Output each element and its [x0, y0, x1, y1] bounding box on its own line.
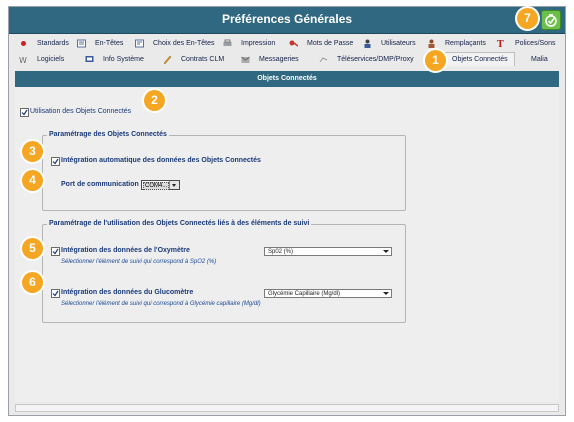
tab-impression[interactable]: Impression	[223, 37, 275, 50]
callout-badge-6: 6	[22, 272, 43, 293]
svg-text:W: W	[19, 56, 27, 64]
tab-teleservices[interactable]: Téléservices/DMP/Proxy	[319, 53, 414, 66]
section-header: Objets Connectés	[15, 71, 559, 87]
callout-badge-1: 1	[425, 50, 446, 71]
oximeter-select-value: Sp02 (%)	[268, 249, 294, 255]
auto-integration-label: Intégration automatique des données des …	[61, 157, 261, 164]
mail-icon	[241, 55, 250, 64]
header-choice-icon	[135, 39, 144, 48]
use-connected-checkbox[interactable]	[20, 108, 29, 117]
network-icon	[319, 55, 328, 64]
title-bar: Préférences Générales	[9, 7, 565, 34]
tab-label: Choix des En-Têtes	[153, 40, 215, 47]
oximeter-hint: Sélectionner l'élément de suivi qui corr…	[61, 259, 217, 265]
tab-label: Polices/Sons	[515, 40, 556, 47]
glucometer-label: Intégration des données du Glucomètre	[61, 289, 194, 296]
tab-malia[interactable]: Malia	[531, 53, 548, 66]
tab-en-tetes[interactable]: En-Têtes	[77, 37, 123, 50]
tab-utilisateurs[interactable]: Utilisateurs	[363, 37, 416, 50]
checkmark-icon	[21, 109, 28, 116]
oximeter-select[interactable]: Sp02 (%)	[264, 247, 392, 256]
tab-label: Remplaçants	[445, 40, 486, 47]
port-select-value: COM4...	[143, 182, 170, 190]
tab-label: Utilisateurs	[381, 40, 416, 47]
replacement-user-icon	[427, 39, 436, 48]
oximeter-checkbox[interactable]	[51, 247, 60, 256]
tab-label: Malia	[531, 56, 548, 63]
printer-icon	[223, 39, 232, 48]
tab-label: Standards	[37, 40, 69, 47]
header-doc-icon	[77, 39, 86, 48]
software-icon: W	[19, 55, 28, 65]
svg-text:T: T	[497, 40, 504, 48]
port-label: Port de communication	[61, 181, 139, 188]
checkmark-icon	[52, 248, 59, 255]
chevron-down-icon	[383, 250, 389, 253]
connected-objects-settings-group: Paramétrage des Objets Connectés Intégra…	[42, 131, 406, 211]
tab-mots-de-passe[interactable]: Mots de Passe	[289, 37, 353, 50]
validate-button[interactable]	[541, 10, 561, 30]
tab-label: En-Têtes	[95, 40, 124, 47]
tab-messageries[interactable]: Messageries	[241, 53, 299, 66]
red-dot-icon	[19, 39, 28, 48]
callout-badge-2: 2	[144, 90, 165, 111]
tab-standards[interactable]: Standards	[19, 37, 69, 50]
tab-label: Contrats CLM	[181, 56, 225, 63]
tab-label: Logiciels	[37, 56, 65, 63]
password-icon	[289, 39, 299, 48]
callout-badge-7: 7	[517, 8, 538, 29]
tab-polices-sons[interactable]: T Polices/Sons	[497, 37, 555, 50]
user-icon	[363, 39, 372, 48]
tab-label: Impression	[241, 40, 276, 47]
glucometer-select[interactable]: Glycémie Capillaire (Mg/dl)	[264, 289, 392, 298]
callout-badge-4: 4	[22, 170, 43, 191]
glucometer-select-value: Glycémie Capillaire (Mg/dl)	[268, 291, 341, 297]
tab-label: Messageries	[259, 56, 299, 63]
tab-label: Objets Connectés	[452, 56, 508, 63]
group-legend: Paramétrage des Objets Connectés	[47, 131, 169, 138]
tab-remplacants[interactable]: Remplaçants	[427, 37, 486, 50]
preferences-window: Préférences Générales Standards En-Têtes…	[8, 6, 566, 416]
tab-label: Téléservices/DMP/Proxy	[337, 56, 414, 63]
use-connected-label: Utilisation des Objets Connectés	[30, 108, 132, 115]
checkmark-icon	[52, 158, 59, 165]
port-select[interactable]: COM4...	[141, 180, 180, 190]
group-legend: Paramétrage de l'utilisation des Objets …	[47, 220, 312, 227]
auto-integration-checkbox[interactable]	[51, 157, 60, 166]
system-info-icon	[85, 55, 94, 64]
tab-row-2: W Logiciels Info Système Contrats CLM Me…	[9, 51, 565, 67]
tab-label: Info Système	[103, 56, 144, 63]
check-icon	[545, 14, 557, 27]
glucometer-checkbox[interactable]	[51, 289, 60, 298]
glucometer-hint: Sélectionner l'élément de suivi qui corr…	[61, 301, 261, 307]
font-icon: T	[497, 39, 506, 50]
callout-badge-5: 5	[22, 238, 43, 259]
tab-choix-en-tetes[interactable]: Choix des En-Têtes	[135, 37, 214, 50]
tab-label: Mots de Passe	[307, 40, 354, 47]
oximeter-label: Intégration des données de l'Oxymètre	[61, 247, 190, 254]
tab-row-1: Standards En-Têtes Choix des En-Têtes Im…	[9, 35, 565, 51]
checkmark-icon	[52, 290, 59, 297]
tab-logiciels[interactable]: W Logiciels	[19, 53, 64, 66]
content-panel: Utilisation des Objets Connectés Paramét…	[15, 87, 559, 402]
status-bar	[15, 404, 559, 412]
callout-badge-3: 3	[22, 141, 43, 162]
tab-info-systeme[interactable]: Info Système	[85, 53, 144, 66]
pencil-icon	[163, 55, 172, 65]
chevron-down-icon	[383, 292, 389, 295]
tracking-elements-settings-group: Paramétrage de l'utilisation des Objets …	[42, 220, 406, 323]
window-title: Préférences Générales	[221, 12, 353, 26]
tab-contrats-clm[interactable]: Contrats CLM	[163, 53, 224, 66]
tab-objets-connectes[interactable]: Objets Connectés	[445, 52, 515, 66]
chevron-down-icon	[169, 181, 179, 189]
